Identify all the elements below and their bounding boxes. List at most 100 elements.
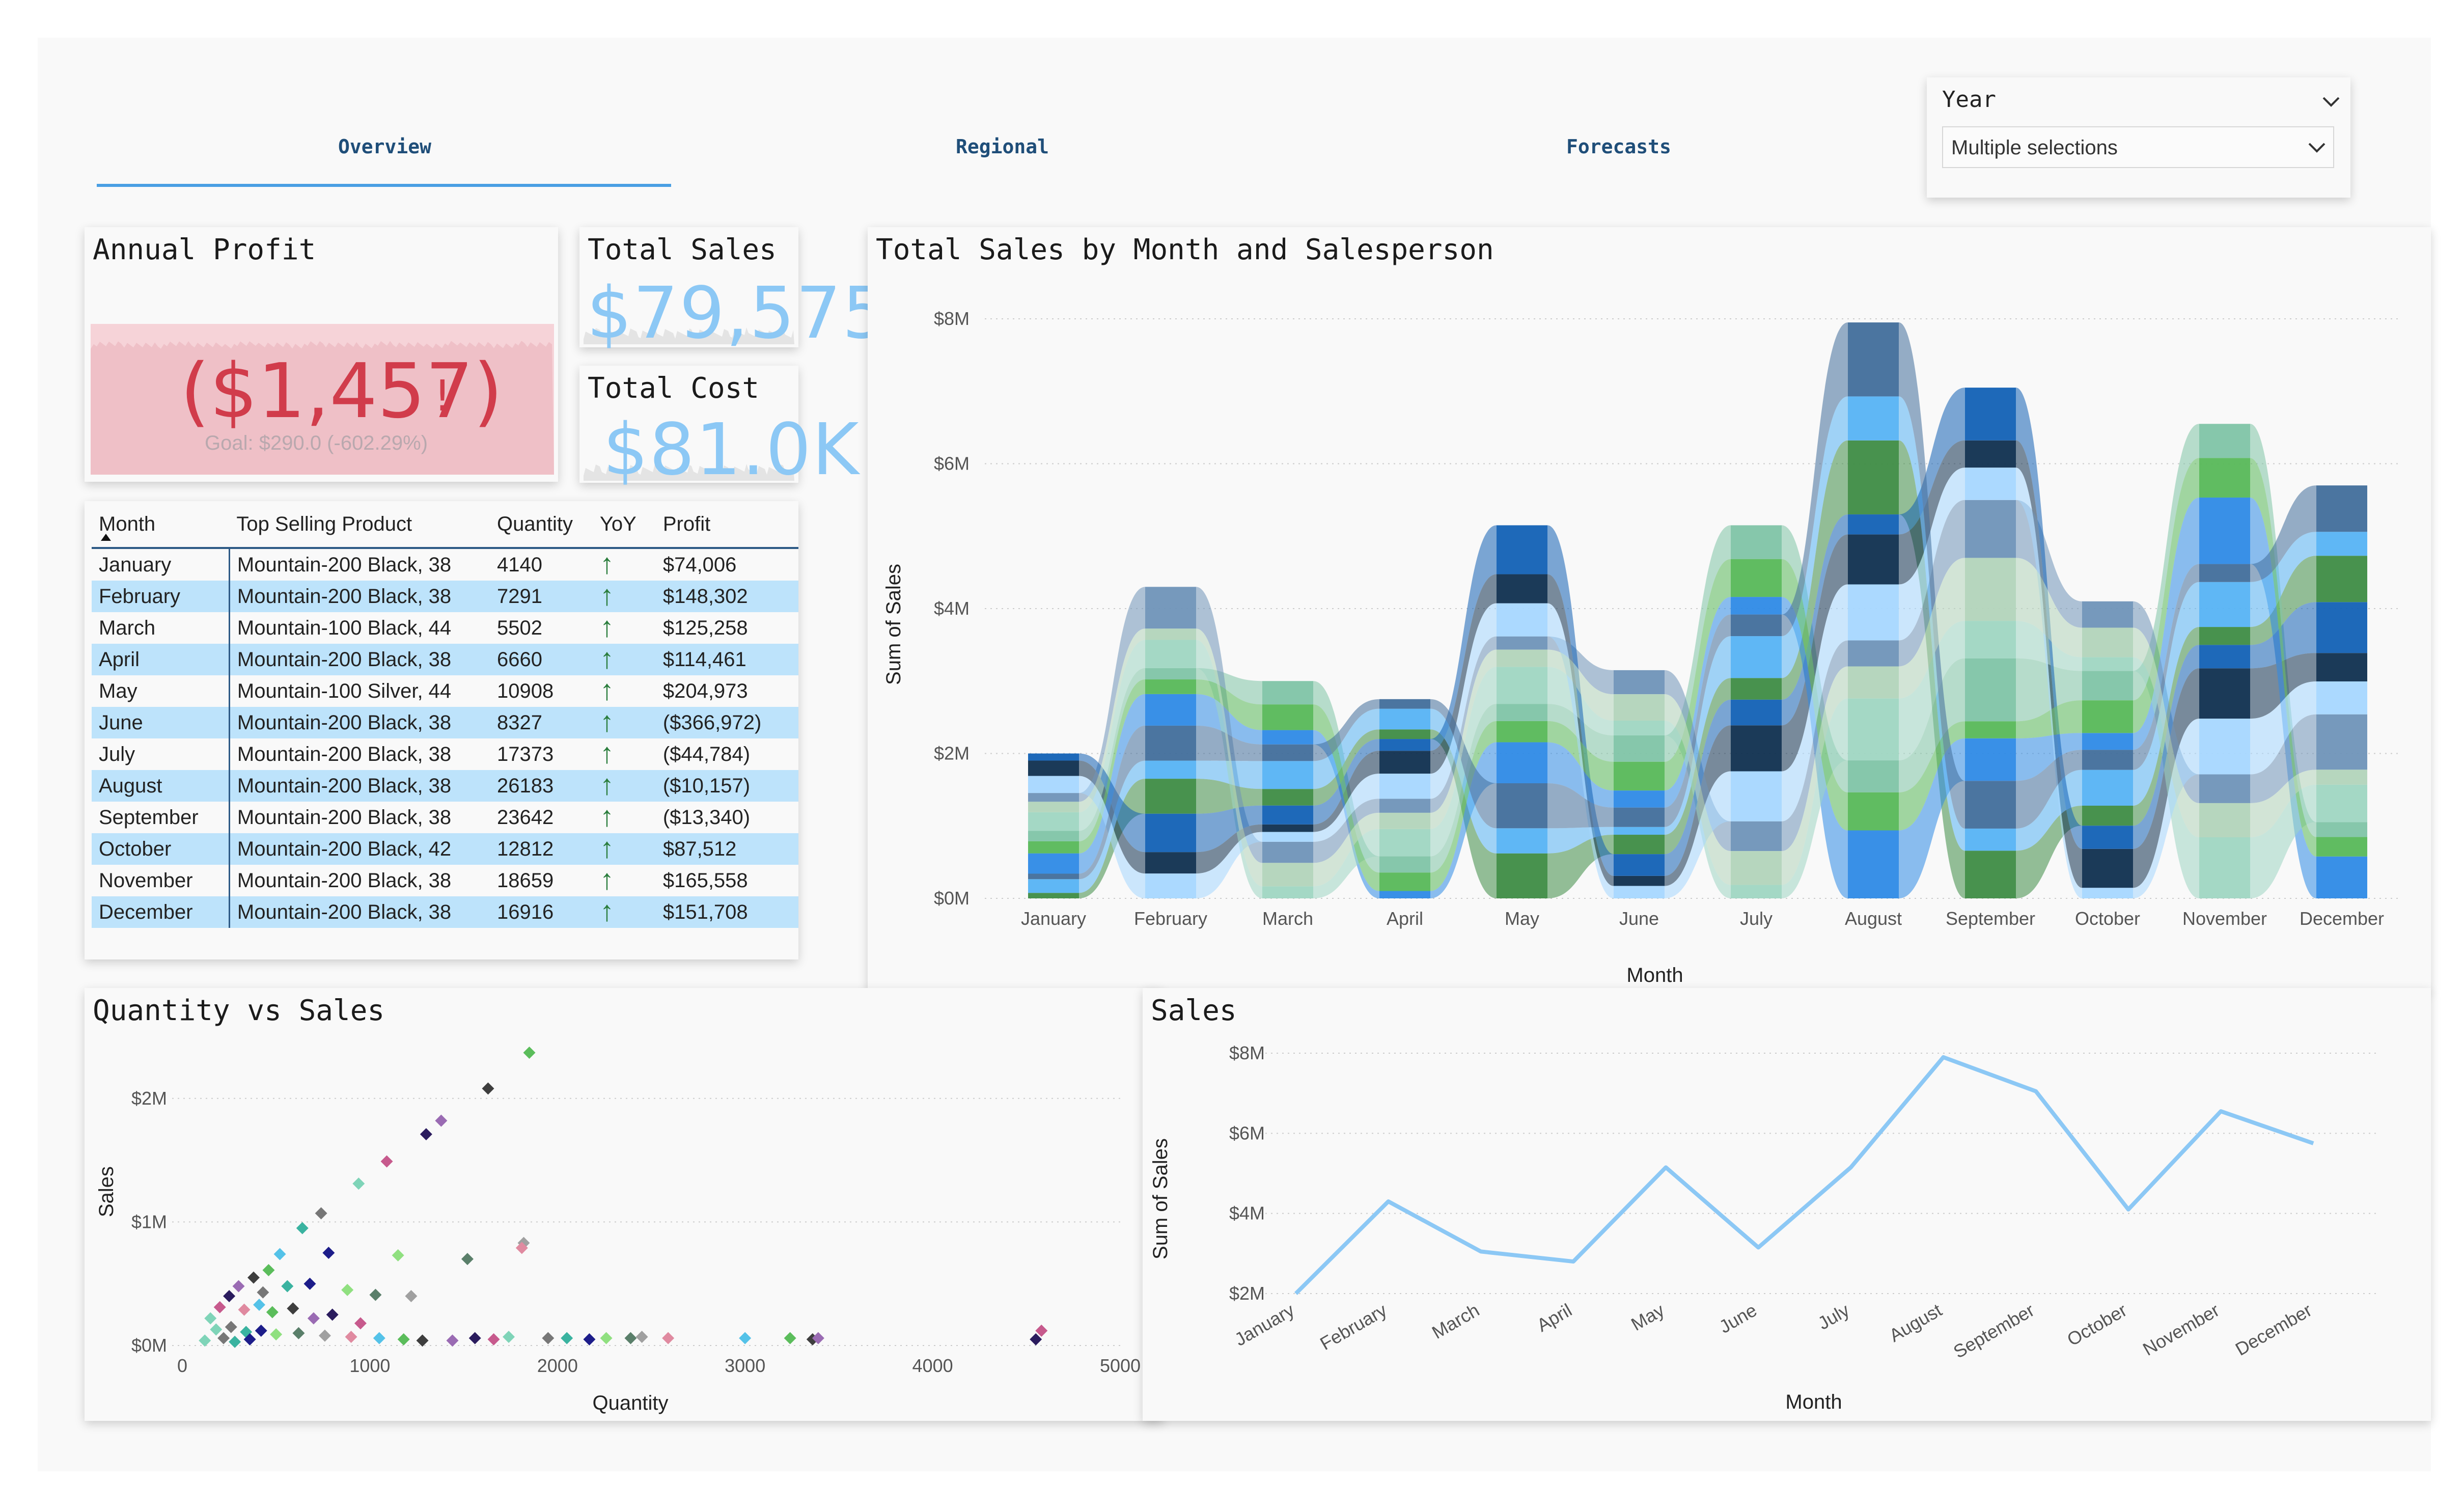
scatter-point[interactable] xyxy=(461,1253,474,1266)
ribbon-bar-segment[interactable] xyxy=(1848,514,1899,535)
ribbon-bar-segment[interactable] xyxy=(2316,681,2367,715)
ribbon-bar-segment[interactable] xyxy=(1731,597,1782,615)
ribbon-bar-segment[interactable] xyxy=(2082,888,2133,898)
ribbon-bar-segment[interactable] xyxy=(1848,666,1899,699)
scatter-point[interactable] xyxy=(199,1334,211,1347)
ribbon-bar-segment[interactable] xyxy=(1965,781,2016,829)
line-chart[interactable]: $2M $4M $6M $8M January February March April Ma… xyxy=(1143,988,2431,1421)
table-row[interactable]: October Mountain-200 Black, 42 12812 ↑ $87,5… xyxy=(92,833,798,865)
scatter-point[interactable] xyxy=(257,1286,269,1299)
tab-overview[interactable]: Overview xyxy=(338,135,431,158)
scatter-point[interactable] xyxy=(635,1331,648,1343)
scatter-point[interactable] xyxy=(503,1331,515,1343)
ribbon-bar-segment[interactable] xyxy=(1731,771,1782,821)
column-header-profit[interactable]: Profit xyxy=(655,501,798,549)
ribbon-bar-segment[interactable] xyxy=(1965,388,2016,441)
ribbon-bar-segment[interactable] xyxy=(2199,774,2250,803)
ribbon-bar-segment[interactable] xyxy=(1028,831,1079,841)
ribbon-bar-segment[interactable] xyxy=(1145,873,1196,898)
scatter-point[interactable] xyxy=(583,1333,596,1346)
scatter-point[interactable] xyxy=(255,1324,267,1337)
ribbon-bar-segment[interactable] xyxy=(1497,721,1547,743)
scatter-point[interactable] xyxy=(266,1306,279,1319)
ribbon-bar-segment[interactable] xyxy=(1731,851,1782,885)
ribbon-bar-segment[interactable] xyxy=(1262,805,1313,825)
ribbon-bar-segment[interactable] xyxy=(2199,582,2250,627)
ribbon-bar-segment[interactable] xyxy=(1145,760,1196,779)
ribbon-bar-segment[interactable] xyxy=(1379,699,1430,709)
year-slicer[interactable]: Year Multiple selections xyxy=(1927,77,2350,198)
ribbon-bar-segment[interactable] xyxy=(1848,640,1899,667)
ribbon-bar-segment[interactable] xyxy=(1145,725,1196,761)
ribbon-bar-segment[interactable] xyxy=(1731,678,1782,700)
table-row[interactable]: June Mountain-200 Black, 38 8327 ↑ ($366,972… xyxy=(92,707,798,738)
ribbon-bar-segment[interactable] xyxy=(1614,720,1665,735)
ribbon-bar-segment[interactable] xyxy=(2199,645,2250,669)
ribbon-bar-segment[interactable] xyxy=(1262,841,1313,863)
scatter-point[interactable] xyxy=(223,1289,236,1302)
ribbon-bar-segment[interactable] xyxy=(1497,574,1547,603)
ribbon-bar-segment[interactable] xyxy=(2082,733,2133,750)
ribbon-bar-segment[interactable] xyxy=(2199,564,2250,582)
table-row[interactable]: March Mountain-100 Black, 44 5502 ↑ $125,258 xyxy=(92,612,798,644)
ribbon-bar-segment[interactable] xyxy=(2082,700,2133,733)
sales-line[interactable] xyxy=(1294,1055,2314,1295)
scatter-point[interactable] xyxy=(624,1332,637,1345)
ribbon-bar-segment[interactable] xyxy=(1731,559,1782,597)
scatter-point[interactable] xyxy=(405,1289,418,1302)
table-row[interactable]: July Mountain-200 Black, 38 17373 ↑ ($44,784… xyxy=(92,738,798,770)
ribbon-bar-segment[interactable] xyxy=(1379,774,1430,799)
ribbon-bar-segment[interactable] xyxy=(1497,667,1547,704)
ribbon-bar-segment[interactable] xyxy=(1262,863,1313,887)
scatter-point[interactable] xyxy=(262,1264,275,1277)
ribbon-bar-segment[interactable] xyxy=(1497,853,1547,898)
tab-regional[interactable]: Regional xyxy=(956,135,1049,158)
ribbon-bar-segment[interactable] xyxy=(1848,698,1899,761)
ribbon-bar-segment[interactable] xyxy=(1497,828,1547,854)
ribbon-bar-segment[interactable] xyxy=(2316,653,2367,682)
ribbon-bar-segment[interactable] xyxy=(1262,824,1313,832)
ribbon-bar-segment[interactable] xyxy=(1497,603,1547,637)
scatter-point[interactable] xyxy=(204,1312,217,1325)
column-header-month[interactable]: Month xyxy=(92,501,230,549)
top-products-table-card[interactable]: Month Top Selling Product Quantity YoY P… xyxy=(85,501,798,959)
scatter-point[interactable] xyxy=(468,1332,481,1345)
table-row[interactable]: September Mountain-200 Black, 38 23642 ↑ ($1… xyxy=(92,802,798,833)
scatter-point[interactable] xyxy=(270,1328,283,1341)
ribbon-bar-segment[interactable] xyxy=(1848,760,1899,792)
ribbon-bar-segment[interactable] xyxy=(2316,770,2367,785)
scatter-point[interactable] xyxy=(247,1271,260,1284)
ribbon-bar-segment[interactable] xyxy=(1731,821,1782,852)
ribbon-bar-segment[interactable] xyxy=(2082,826,2133,849)
scatter-point[interactable] xyxy=(292,1327,305,1339)
ribbon-bar-segment[interactable] xyxy=(1497,704,1547,721)
scatter-point[interactable] xyxy=(487,1333,500,1346)
scatter-point[interactable] xyxy=(523,1047,536,1059)
scatter-point[interactable] xyxy=(345,1331,357,1343)
scatter-point[interactable] xyxy=(326,1308,339,1321)
ribbon-bar-segment[interactable] xyxy=(1379,799,1430,813)
ribbon-bar-segment[interactable] xyxy=(1965,440,2016,468)
ribbon-bar-segment[interactable] xyxy=(2199,424,2250,458)
ribbon-bar-segment[interactable] xyxy=(2199,497,2250,564)
ribbon-bar-segment[interactable] xyxy=(2316,485,2367,532)
scatter-point[interactable] xyxy=(341,1283,354,1296)
ribbon-bar-segment[interactable] xyxy=(1145,587,1196,629)
scatter-point[interactable] xyxy=(662,1332,675,1345)
ribbon-bar-segment[interactable] xyxy=(2199,627,2250,645)
ribbon-bar-segment[interactable] xyxy=(2199,458,2250,498)
scatter-point[interactable] xyxy=(561,1332,573,1345)
ribbon-bar-segment[interactable] xyxy=(1028,793,1079,802)
scatter-point[interactable] xyxy=(225,1321,237,1333)
slicer-dropdown[interactable]: Multiple selections xyxy=(1942,126,2334,168)
ribbon-bar-segment[interactable] xyxy=(1028,753,1079,761)
scatter-point[interactable] xyxy=(416,1334,429,1347)
ribbon-bar-segment[interactable] xyxy=(2316,602,2367,653)
scatter-point[interactable] xyxy=(352,1177,365,1190)
table-row[interactable]: February Mountain-200 Black, 38 7291 ↑ $148,… xyxy=(92,581,798,612)
ribbon-bar-segment[interactable] xyxy=(1028,873,1079,880)
ribbon-bar-segment[interactable] xyxy=(2082,671,2133,701)
ribbon-bar-segment[interactable] xyxy=(2199,668,2250,719)
scatter-point[interactable] xyxy=(213,1301,226,1313)
ribbon-bar-segment[interactable] xyxy=(2082,750,2133,770)
